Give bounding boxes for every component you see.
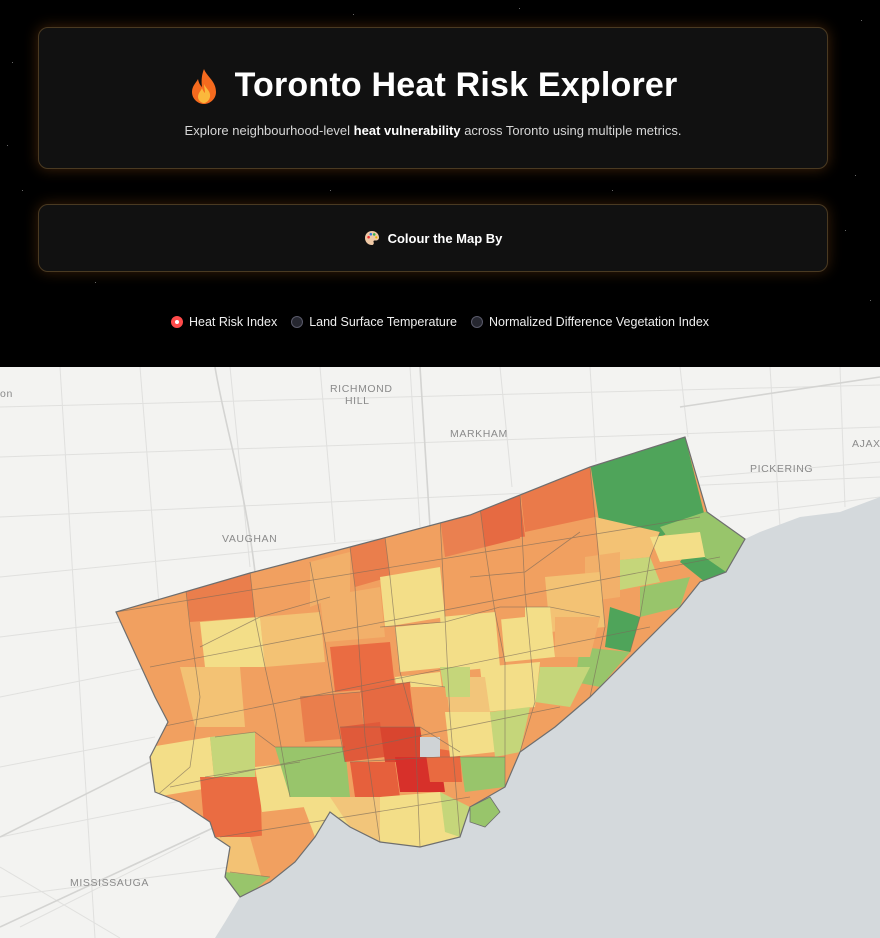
star-decoration bbox=[95, 282, 96, 283]
star-decoration bbox=[519, 8, 520, 9]
radio-dot[interactable] bbox=[470, 316, 483, 328]
radio-heat-risk-index[interactable]: Heat Risk Index bbox=[170, 315, 278, 329]
star-decoration bbox=[861, 20, 862, 21]
star-decoration bbox=[353, 14, 354, 15]
map-label-ajax: AJAX bbox=[852, 438, 880, 450]
colour-by-card: Colour the Map By bbox=[38, 204, 828, 272]
map-label-richmond: RICHMOND bbox=[330, 383, 393, 395]
map-label-markham: MARKHAM bbox=[450, 428, 508, 440]
metric-radio-group: Heat Risk Index Land Surface Temperature… bbox=[0, 315, 880, 329]
palette-icon bbox=[364, 231, 379, 245]
map-label-vaughan: VAUGHAN bbox=[222, 533, 277, 545]
map-label-mississauga: MISSISSAUGA bbox=[70, 877, 149, 889]
map-label-hill: HILL bbox=[345, 395, 370, 407]
radio-ndvi[interactable]: Normalized Difference Vegetation Index bbox=[470, 315, 710, 329]
star-decoration bbox=[7, 145, 8, 146]
colour-by-title: Colour the Map By bbox=[387, 230, 503, 246]
radio-label: Heat Risk Index bbox=[188, 315, 278, 329]
radio-label: Normalized Difference Vegetation Index bbox=[488, 315, 710, 329]
app-title: Toronto Heat Risk Explorer bbox=[234, 66, 678, 104]
map-svg[interactable]: RICHMOND HILL MARKHAM AJAX PICKERING VAU… bbox=[0, 367, 880, 938]
choropleth-map[interactable]: RICHMOND HILL MARKHAM AJAX PICKERING VAU… bbox=[0, 367, 880, 938]
star-decoration bbox=[855, 175, 856, 176]
star-decoration bbox=[330, 190, 331, 191]
star-decoration bbox=[12, 62, 13, 63]
flame-icon bbox=[191, 68, 216, 104]
map-label-pickering: PICKERING bbox=[750, 463, 813, 475]
radio-dot-selected[interactable] bbox=[170, 316, 183, 328]
radio-dot[interactable] bbox=[291, 316, 304, 328]
subtitle: Explore neighbourhood-level heat vulnera… bbox=[39, 123, 827, 138]
map-label-edge: on bbox=[0, 388, 13, 400]
header-card: Toronto Heat Risk Explorer Explore neigh… bbox=[38, 27, 828, 169]
subtitle-emphasis: heat vulnerability bbox=[353, 123, 461, 138]
star-decoration bbox=[22, 190, 23, 191]
radio-land-surface-temperature[interactable]: Land Surface Temperature bbox=[291, 315, 457, 329]
subtitle-prefix: Explore neighbourhood-level bbox=[184, 123, 354, 138]
star-decoration bbox=[870, 300, 871, 301]
subtitle-suffix: across Toronto using multiple metrics. bbox=[460, 123, 682, 138]
star-decoration bbox=[845, 230, 846, 231]
title-row: Toronto Heat Risk Explorer bbox=[39, 66, 827, 105]
star-decoration bbox=[612, 190, 613, 191]
radio-label: Land Surface Temperature bbox=[309, 315, 457, 329]
